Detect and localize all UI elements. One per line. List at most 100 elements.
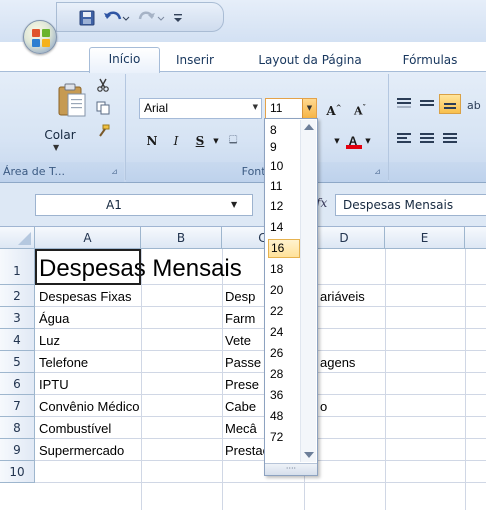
- row-header-8[interactable]: 8: [0, 417, 35, 439]
- column-header-b[interactable]: B: [141, 227, 222, 249]
- font-size-option[interactable]: 14: [268, 218, 300, 237]
- font-size-option[interactable]: 26: [268, 344, 300, 363]
- chevron-down-icon[interactable]: ▼: [211, 130, 221, 152]
- shrink-font-button[interactable]: Aˇ: [348, 97, 372, 119]
- row-header-9[interactable]: 9: [0, 439, 35, 461]
- font-size-option[interactable]: 9: [268, 138, 300, 157]
- font-size-option[interactable]: 22: [268, 302, 300, 321]
- bold-button[interactable]: N: [141, 130, 163, 152]
- align-center-icon[interactable]: [416, 129, 438, 149]
- cut-icon[interactable]: [96, 78, 110, 92]
- fill-color-dropdown-icon[interactable]: ▼: [332, 130, 342, 152]
- column-header-e[interactable]: E: [385, 227, 465, 249]
- gridline: [35, 350, 486, 351]
- font-size-option[interactable]: 72: [268, 428, 300, 447]
- font-size-option[interactable]: 28: [268, 365, 300, 384]
- name-box[interactable]: A1 ▼: [35, 194, 253, 216]
- save-icon[interactable]: [79, 9, 95, 27]
- font-color-button[interactable]: A: [343, 130, 363, 152]
- font-size-option[interactable]: 18: [268, 260, 300, 279]
- row-header-6[interactable]: 6: [0, 373, 35, 395]
- tab-layout-da-pagina[interactable]: Layout da Página: [246, 51, 374, 72]
- cell-a8[interactable]: Combustível: [39, 421, 111, 436]
- formula-input[interactable]: Despesas Mensais: [335, 194, 486, 216]
- resize-grip-icon[interactable]: ····: [265, 463, 317, 475]
- align-bottom-icon[interactable]: [439, 94, 461, 114]
- office-button[interactable]: [23, 20, 57, 54]
- row-header-2[interactable]: 2: [0, 285, 35, 307]
- font-size-option[interactable]: 24: [268, 323, 300, 342]
- align-middle-icon[interactable]: [416, 94, 438, 114]
- column-header-a[interactable]: A: [35, 227, 141, 249]
- gridline: [35, 438, 486, 439]
- cell-d2[interactable]: ariáveis: [320, 289, 365, 304]
- row-header-5[interactable]: 5: [0, 351, 35, 373]
- gridline: [35, 482, 486, 483]
- cell-a2[interactable]: Despesas Fixas: [39, 289, 131, 304]
- font-size-combo[interactable]: 11 ▼: [265, 98, 317, 119]
- font-size-option[interactable]: 36: [268, 386, 300, 405]
- clipboard-dialog-launcher-icon[interactable]: ⊿: [109, 167, 120, 177]
- cell-c4[interactable]: Vete: [225, 333, 251, 348]
- align-left-icon[interactable]: [393, 129, 415, 149]
- cell-a6[interactable]: IPTU: [39, 377, 69, 392]
- orientation-icon[interactable]: ab: [465, 94, 486, 114]
- chevron-down-icon[interactable]: ▼: [231, 200, 237, 209]
- paste-dropdown-arrow-icon[interactable]: ▼: [53, 143, 59, 152]
- customize-toolbar-icon[interactable]: [173, 9, 183, 27]
- tab-inicio[interactable]: Início: [89, 47, 160, 73]
- scroll-down-icon[interactable]: [304, 452, 314, 458]
- grow-font-button[interactable]: A^: [322, 97, 346, 119]
- cell-d7[interactable]: o: [320, 399, 327, 414]
- font-size-option[interactable]: 10: [268, 157, 300, 176]
- dropdown-scrollbar[interactable]: [300, 120, 316, 462]
- chevron-down-icon[interactable]: ▼: [302, 99, 316, 118]
- borders-icon[interactable]: [225, 130, 245, 152]
- font-dialog-launcher-icon[interactable]: ⊿: [372, 167, 383, 177]
- cell-d5[interactable]: agens: [320, 355, 355, 370]
- cell-a5[interactable]: Telefone: [39, 355, 88, 370]
- align-top-icon[interactable]: [393, 94, 415, 114]
- font-size-option[interactable]: 12: [268, 197, 300, 216]
- cell-c3[interactable]: Farm: [225, 311, 255, 326]
- row-header-10[interactable]: 10: [0, 461, 35, 483]
- undo-icon[interactable]: [102, 9, 130, 27]
- row-header-4[interactable]: 4: [0, 329, 35, 351]
- cell-c6[interactable]: Prese: [225, 377, 259, 392]
- font-size-option-highlighted[interactable]: 16: [268, 239, 300, 258]
- copy-icon[interactable]: [96, 101, 110, 115]
- scroll-up-icon[interactable]: [304, 124, 314, 130]
- select-all-button[interactable]: [0, 227, 35, 249]
- column-header-f[interactable]: [465, 227, 486, 249]
- font-name-combo[interactable]: Arial ▼: [139, 98, 262, 119]
- paste-icon[interactable]: [56, 82, 88, 118]
- font-size-option[interactable]: 48: [268, 407, 300, 426]
- paste-button-label[interactable]: Colar: [40, 128, 80, 142]
- gridline: [35, 394, 486, 395]
- row-header-7[interactable]: 7: [0, 395, 35, 417]
- font-size-option[interactable]: 11: [268, 177, 300, 196]
- row-header-3[interactable]: 3: [0, 307, 35, 329]
- tab-formulas[interactable]: Fórmulas: [390, 51, 470, 72]
- cell-a3[interactable]: Água: [39, 311, 69, 326]
- worksheet-grid[interactable]: A B C D E 1 2 3 4 5 6 7 8 9 10 Despesas …: [0, 227, 486, 510]
- cell-c2[interactable]: Desp: [225, 289, 255, 304]
- cell-c8[interactable]: Mecâ: [225, 421, 257, 436]
- gridline: [141, 249, 142, 510]
- format-painter-icon[interactable]: [96, 124, 110, 138]
- tab-inserir[interactable]: Inserir: [164, 51, 226, 72]
- cell-a4[interactable]: Luz: [39, 333, 60, 348]
- row-header-1[interactable]: 1: [0, 249, 35, 285]
- redo-icon[interactable]: [137, 9, 165, 27]
- chevron-down-icon[interactable]: ▼: [363, 130, 373, 152]
- cell-c5[interactable]: Passe: [225, 355, 261, 370]
- cell-a7[interactable]: Convênio Médico: [39, 399, 139, 414]
- align-right-icon[interactable]: [439, 129, 461, 149]
- chevron-down-icon[interactable]: ▼: [253, 103, 258, 111]
- font-size-option[interactable]: 20: [268, 281, 300, 300]
- cell-c7[interactable]: Cabe: [225, 399, 256, 414]
- cell-a9[interactable]: Supermercado: [39, 443, 124, 458]
- shrink-font-label: A: [353, 104, 363, 118]
- underline-button[interactable]: S: [189, 130, 211, 152]
- italic-button[interactable]: I: [165, 130, 187, 152]
